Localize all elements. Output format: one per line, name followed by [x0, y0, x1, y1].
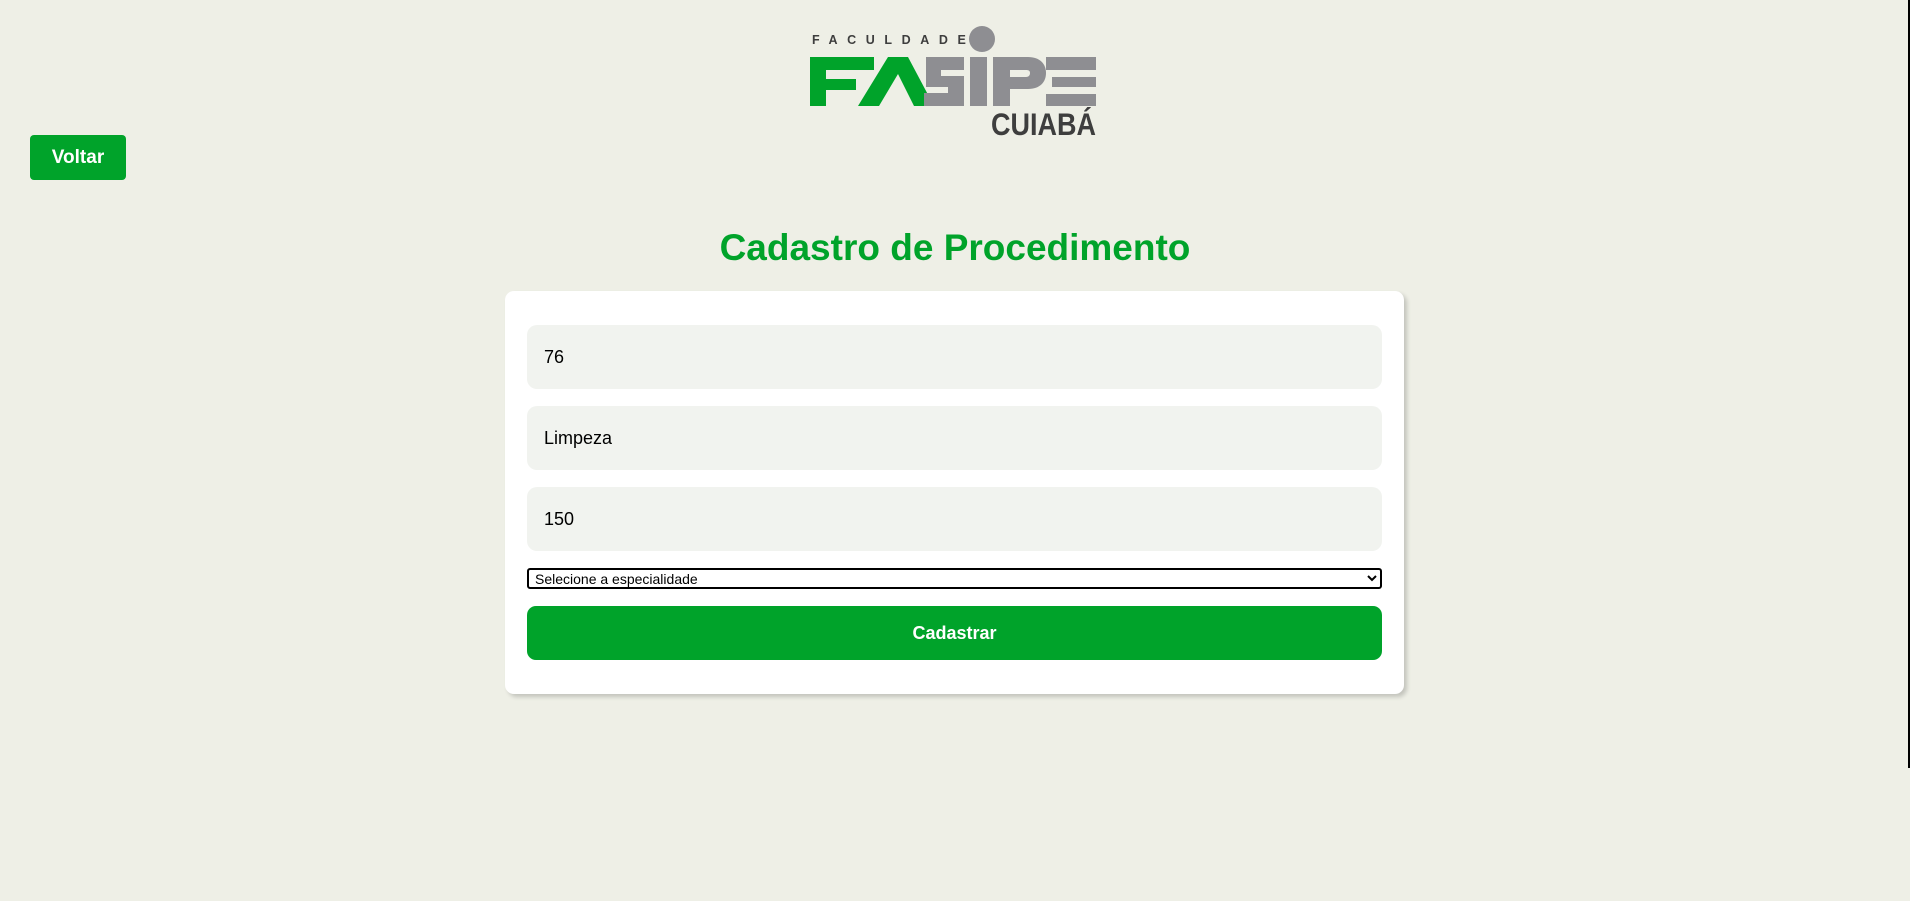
- page-title: Cadastro de Procedimento: [719, 227, 1191, 268]
- especialidade-select[interactable]: Selecione a especialidade: [527, 568, 1382, 589]
- page: FACULDADE CUIABÁ Voltar Cadastro de Proc…: [0, 0, 1910, 901]
- cadastrar-button[interactable]: Cadastrar: [527, 606, 1382, 660]
- logo-city-text: CUIABÁ: [991, 106, 1096, 138]
- logo-top-text: FACULDADE: [812, 33, 975, 47]
- valor-input[interactable]: [527, 487, 1382, 551]
- fasipe-logo: FACULDADE CUIABÁ: [808, 26, 1100, 138]
- nome-input[interactable]: [527, 406, 1382, 470]
- logo-dot-icon: [969, 26, 995, 52]
- codigo-input[interactable]: [527, 325, 1382, 389]
- back-button[interactable]: Voltar: [30, 135, 126, 180]
- procedure-form-card: Selecione a especialidade Cadastrar: [505, 291, 1404, 694]
